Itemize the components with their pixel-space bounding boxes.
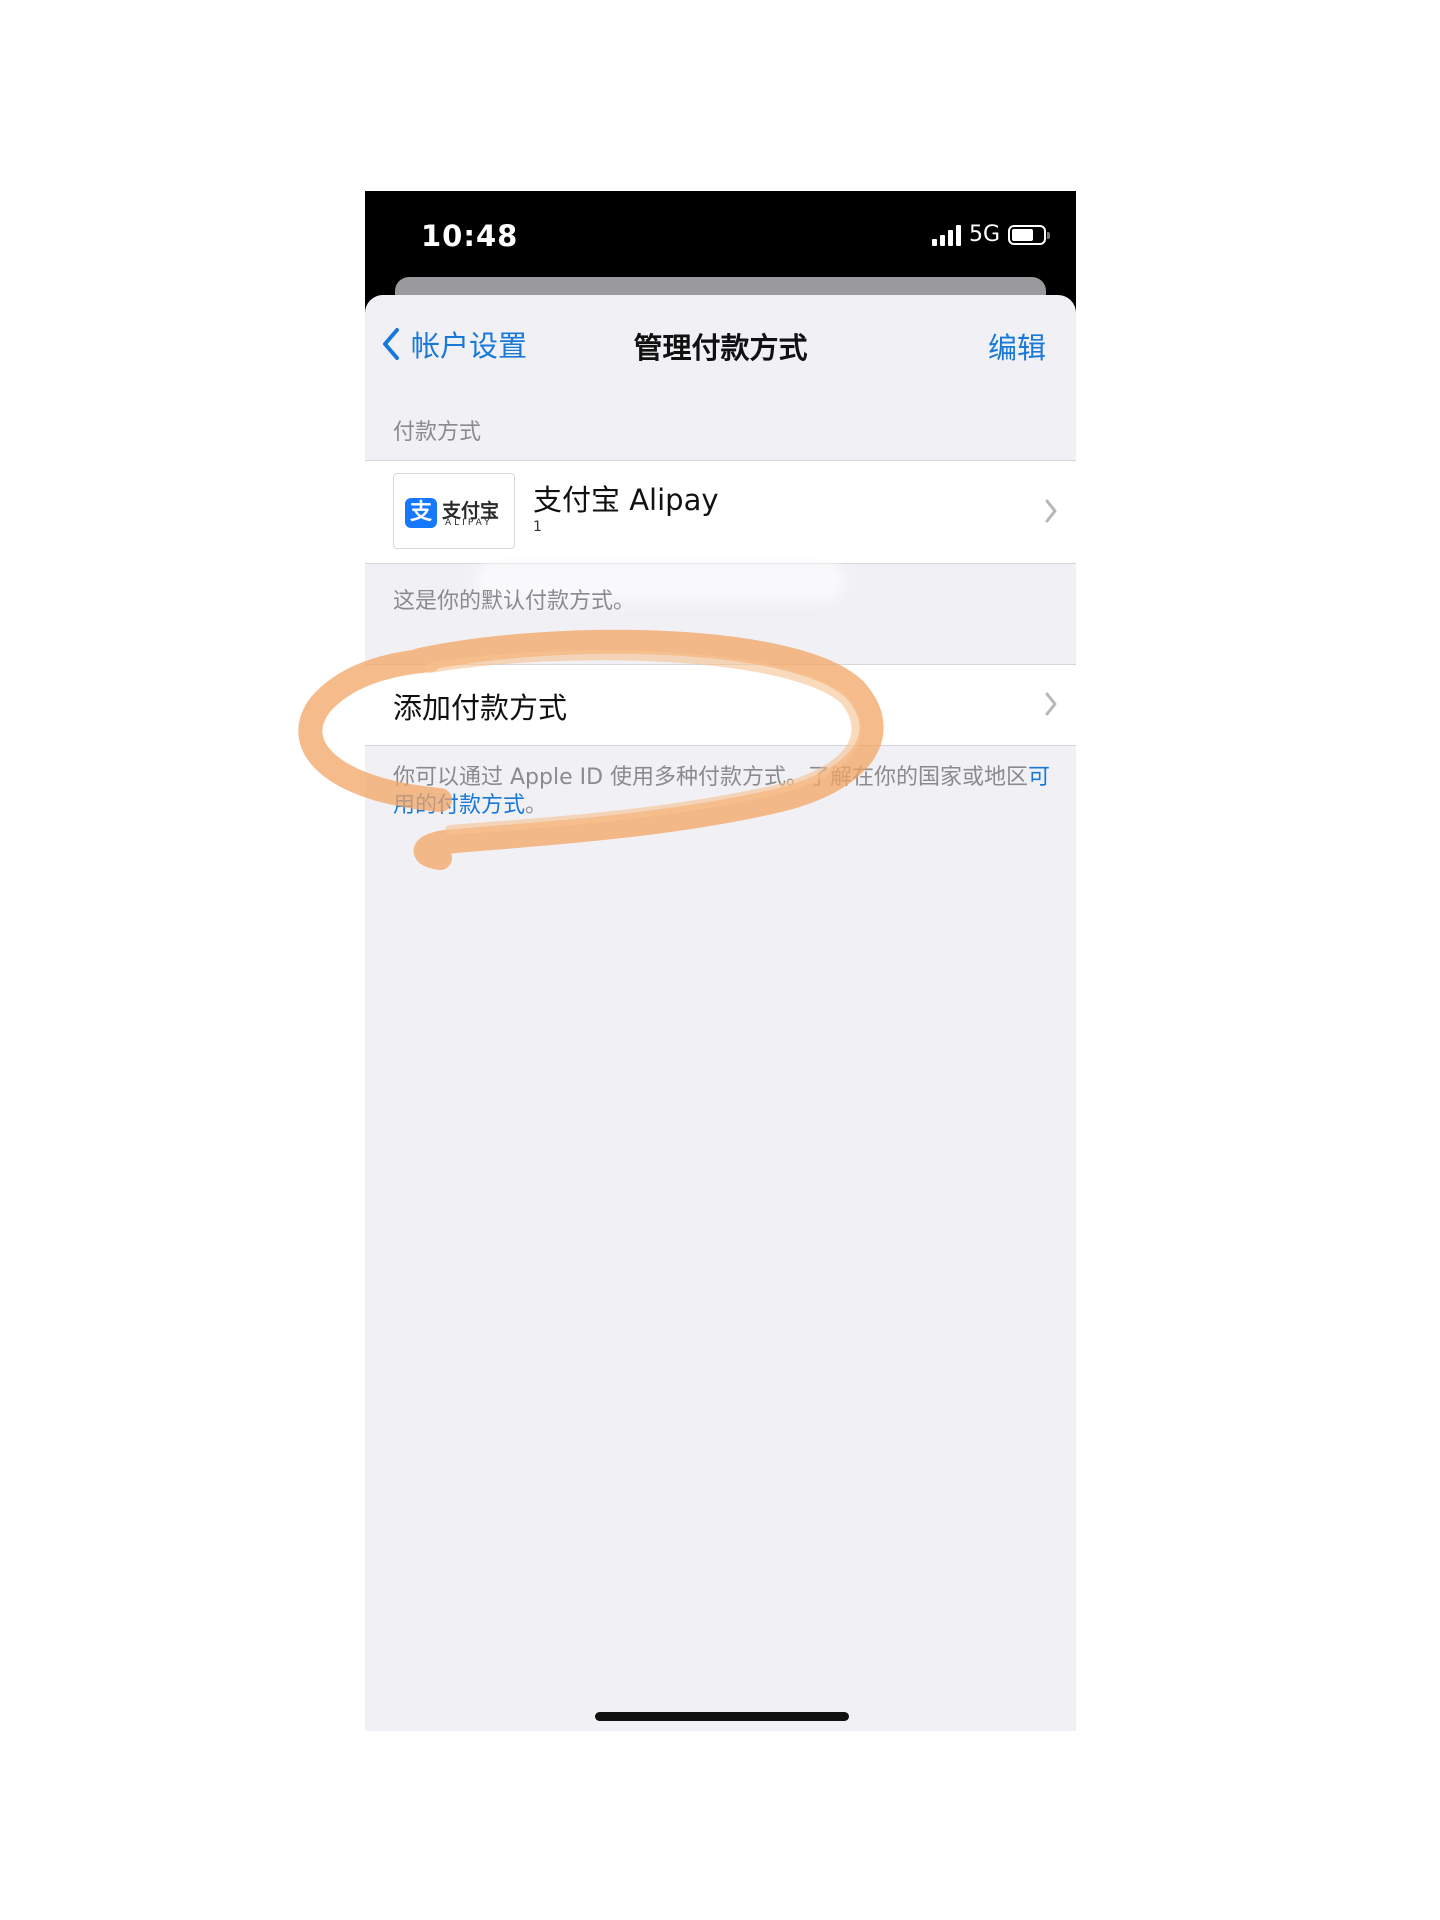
chevron-right-icon xyxy=(1045,692,1057,716)
status-indicators: 5G xyxy=(931,222,1050,247)
navigation-bar: 帐户设置 管理付款方式 编辑 xyxy=(365,295,1076,395)
payment-method-detail: 1 xyxy=(533,519,542,535)
section-header-payment: 付款方式 xyxy=(393,420,482,445)
status-time: 10:48 xyxy=(421,219,519,253)
footer-text: 你可以通过 Apple ID 使用多种付款方式。了解在你的国家或地区 xyxy=(393,765,1029,790)
add-payment-method-row[interactable]: 添加付款方式 xyxy=(365,664,1076,746)
payment-method-row[interactable]: 支 支付宝 ALIPAY 支付宝 Alipay 1 xyxy=(365,460,1076,564)
add-payment-method-label: 添加付款方式 xyxy=(393,691,568,725)
alipay-logo-en: ALIPAY xyxy=(445,518,493,528)
page-title: 管理付款方式 xyxy=(633,331,808,365)
footer-end: 。 xyxy=(525,793,548,818)
phone-screen: 10:48 5G 帐户设置 管理付款方式 编辑 付款方式 支 支付宝 ALIPA… xyxy=(365,191,1076,1731)
signal-icon xyxy=(931,224,961,246)
payment-method-name: 支付宝 Alipay xyxy=(533,483,719,517)
home-indicator xyxy=(595,1712,849,1721)
manage-payment-sheet: 帐户设置 管理付款方式 编辑 付款方式 支 支付宝 ALIPAY 支付宝 Ali… xyxy=(365,295,1076,1731)
default-method-note: 这是你的默认付款方式。 xyxy=(393,589,636,614)
chevron-right-icon xyxy=(1045,499,1057,523)
alipay-mark: 支 xyxy=(405,498,437,528)
edit-button[interactable]: 编辑 xyxy=(988,325,1046,367)
network-label: 5G xyxy=(968,222,1000,247)
add-payment-footer: 你可以通过 Apple ID 使用多种付款方式。了解在你的国家或地区可用的付款方… xyxy=(393,764,1053,820)
alipay-logo: 支 支付宝 ALIPAY xyxy=(393,473,515,549)
battery-icon xyxy=(1008,224,1050,245)
